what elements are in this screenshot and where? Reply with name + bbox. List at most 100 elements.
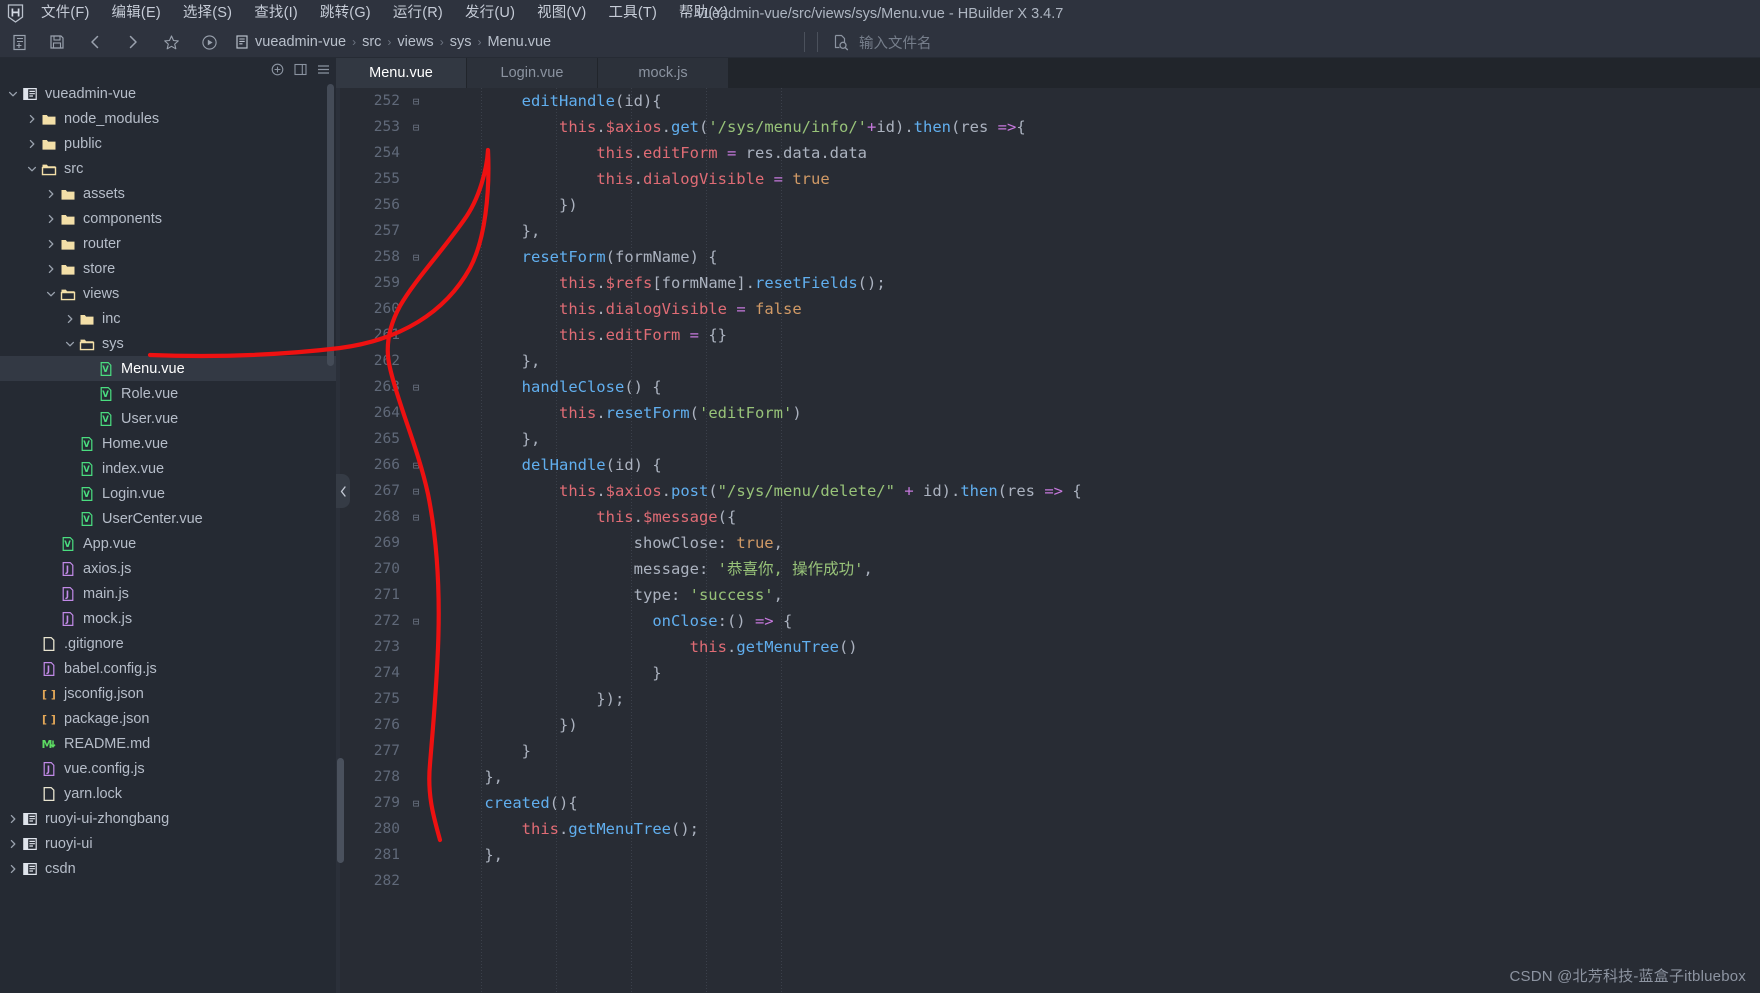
- tree-item-axios-js[interactable]: Jaxios.js: [0, 556, 336, 581]
- chevron-right-icon[interactable]: [44, 231, 57, 256]
- menu-item-8[interactable]: 视图(V): [526, 0, 597, 27]
- tree-item-vueadmin-vue[interactable]: vueadmin-vue: [0, 81, 336, 106]
- add-icon[interactable]: [271, 63, 284, 76]
- code-line: this.$axios.post("/sys/menu/delete/" + i…: [558, 482, 1082, 500]
- tree-item-views[interactable]: views: [0, 281, 336, 306]
- favorite-star-icon[interactable]: [152, 27, 190, 58]
- code-line: editHandle(id){: [521, 92, 662, 110]
- fold-toggle-icon[interactable]: ⊟: [406, 798, 426, 809]
- chevron-right-icon[interactable]: [6, 806, 19, 831]
- editor-tab-menu-vue[interactable]: Menu.vue: [336, 58, 467, 88]
- tree-item-label: router: [83, 235, 121, 252]
- chevron-right-icon[interactable]: [44, 206, 57, 231]
- tree-item-components[interactable]: components: [0, 206, 336, 231]
- file-search-input[interactable]: 输入文件名: [859, 32, 932, 53]
- tree-item-src[interactable]: src: [0, 156, 336, 181]
- sidebar-scrollbar[interactable]: [327, 84, 334, 366]
- gutter-line: 275: [336, 686, 439, 712]
- collapse-panel-icon[interactable]: [294, 63, 307, 76]
- menu-lines-icon[interactable]: [317, 63, 330, 76]
- breadcrumb-item-1[interactable]: vueadmin-vue: [252, 34, 349, 50]
- fold-toggle-icon[interactable]: ⊟: [406, 382, 426, 393]
- chevron-right-icon[interactable]: [63, 306, 76, 331]
- tree-item-jsconfig-json[interactable]: [ ] jsconfig.json: [0, 681, 336, 706]
- tree-item-router[interactable]: router: [0, 231, 336, 256]
- tree-item-vue-config-js[interactable]: Jvue.config.js: [0, 756, 336, 781]
- breadcrumb-item-5[interactable]: Menu.vue: [484, 34, 554, 50]
- tree-item-user-vue[interactable]: V User.vue: [0, 406, 336, 431]
- chevron-right-icon[interactable]: [6, 856, 19, 881]
- tree-item-gitignore[interactable]: .gitignore: [0, 631, 336, 656]
- fold-toggle-icon[interactable]: ⊟: [406, 252, 426, 263]
- chevron-down-icon[interactable]: [6, 81, 19, 106]
- run-icon[interactable]: [190, 27, 228, 58]
- fold-toggle-icon[interactable]: ⊟: [406, 616, 426, 627]
- tree-item-readme-md[interactable]: M README.md: [0, 731, 336, 756]
- chevron-down-icon[interactable]: [25, 156, 38, 181]
- tree-item-sys[interactable]: sys: [0, 331, 336, 356]
- save-icon[interactable]: [38, 27, 76, 58]
- fold-toggle-icon[interactable]: ⊟: [406, 486, 426, 497]
- tree-item-menu-vue[interactable]: V Menu.vue: [0, 356, 336, 381]
- tree-item-usercenter-vue[interactable]: V UserCenter.vue: [0, 506, 336, 531]
- tree-item-store[interactable]: store: [0, 256, 336, 281]
- tree-item-yarn-lock[interactable]: yarn.lock: [0, 781, 336, 806]
- md-file-icon: M: [38, 731, 60, 756]
- menu-item-2[interactable]: 编辑(E): [101, 0, 172, 27]
- code-editor[interactable]: editHandle(id){ this.$axios.get('/sys/me…: [439, 88, 1760, 993]
- new-file-icon[interactable]: [0, 27, 38, 58]
- tree-item-package-json[interactable]: [ ] package.json: [0, 706, 336, 731]
- tree-item-login-vue[interactable]: V Login.vue: [0, 481, 336, 506]
- tree-item-node-modules[interactable]: node_modules: [0, 106, 336, 131]
- menu-item-1[interactable]: 文件(F): [30, 0, 101, 27]
- fold-toggle-icon[interactable]: ⊟: [406, 460, 426, 471]
- tree-item-assets[interactable]: assets: [0, 181, 336, 206]
- chevron-down-icon[interactable]: [63, 331, 76, 356]
- fold-toggle-icon[interactable]: ⊟: [406, 512, 426, 523]
- fold-toggle-icon[interactable]: ⊟: [406, 96, 426, 107]
- back-icon[interactable]: [76, 27, 114, 58]
- tree-item-role-vue[interactable]: V Role.vue: [0, 381, 336, 406]
- chevron-right-icon[interactable]: [44, 256, 57, 281]
- chevron-right-icon[interactable]: [6, 831, 19, 856]
- menu-item-7[interactable]: 发行(U): [454, 0, 526, 27]
- breadcrumb-item-2[interactable]: src: [359, 34, 384, 50]
- tree-item-public[interactable]: public: [0, 131, 336, 156]
- editor-tab-mock-js[interactable]: mock.js: [598, 58, 729, 88]
- vue-file-icon: V: [95, 381, 117, 406]
- chevron-right-icon[interactable]: [44, 181, 57, 206]
- menu-item-3[interactable]: 选择(S): [172, 0, 243, 27]
- line-number: 281: [373, 847, 400, 863]
- tree-item-mock-js[interactable]: Jmock.js: [0, 606, 336, 631]
- line-number: 254: [373, 145, 400, 161]
- menu-item-4[interactable]: 查找(I): [243, 0, 309, 27]
- gutter-line: 269: [336, 530, 439, 556]
- menu-item-5[interactable]: 跳转(G): [309, 0, 382, 27]
- forward-icon[interactable]: [114, 27, 152, 58]
- svg-text:V: V: [102, 415, 109, 425]
- tree-item-index-vue[interactable]: Vindex.vue: [0, 456, 336, 481]
- tree-item-babel-config-js[interactable]: Jbabel.config.js: [0, 656, 336, 681]
- tree-item-inc[interactable]: inc: [0, 306, 336, 331]
- code-line: },: [447, 768, 503, 786]
- menu-item-10[interactable]: 帮助(Y): [668, 0, 739, 27]
- chevron-right-icon[interactable]: [25, 106, 38, 131]
- breadcrumb-item-3[interactable]: views: [394, 34, 436, 50]
- chevron-down-icon[interactable]: [44, 281, 57, 306]
- tree-item-home-vue[interactable]: V Home.vue: [0, 431, 336, 456]
- fold-toggle-icon[interactable]: ⊟: [406, 122, 426, 133]
- gutter-line: 273: [336, 634, 439, 660]
- tree-item-app-vue[interactable]: V App.vue: [0, 531, 336, 556]
- tree-item-csdn[interactable]: csdn: [0, 856, 336, 881]
- editor-tab-login-vue[interactable]: Login.vue: [467, 58, 598, 88]
- chevron-right-icon[interactable]: [25, 131, 38, 156]
- breadcrumb-item-4[interactable]: sys: [447, 34, 475, 50]
- menu-item-6[interactable]: 运行(R): [382, 0, 454, 27]
- collapse-sidebar-handle[interactable]: [336, 474, 350, 508]
- tree-item-main-js[interactable]: Jmain.js: [0, 581, 336, 606]
- menu-item-9[interactable]: 工具(T): [597, 0, 668, 27]
- file-search-box[interactable]: 输入文件名: [798, 32, 932, 53]
- tree-item-ruoyi-ui[interactable]: ruoyi-ui: [0, 831, 336, 856]
- tree-item-ruoyi-ui-zhongbang[interactable]: ruoyi-ui-zhongbang: [0, 806, 336, 831]
- tree-item-label: axios.js: [83, 560, 132, 577]
